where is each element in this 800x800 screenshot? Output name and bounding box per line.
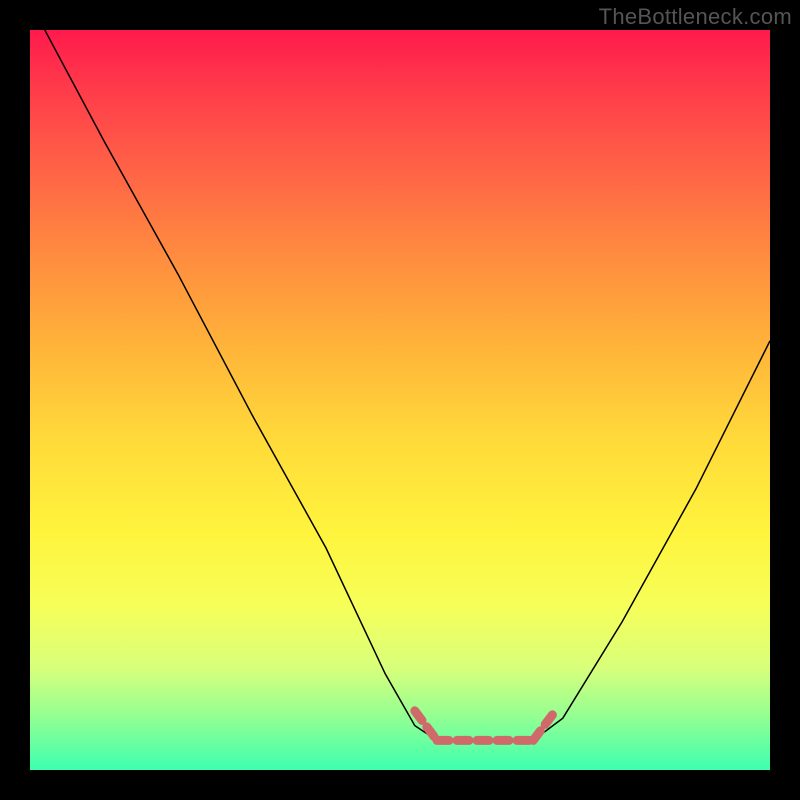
watermark-text: TheBottleneck.com [599, 4, 792, 30]
chart-frame: TheBottleneck.com [0, 0, 800, 800]
curve-left-branch [45, 30, 437, 740]
curve-right-branch [533, 341, 770, 741]
accent-left-segment [415, 711, 437, 741]
curve-layer [30, 30, 770, 770]
plot-gradient-area [30, 30, 770, 770]
